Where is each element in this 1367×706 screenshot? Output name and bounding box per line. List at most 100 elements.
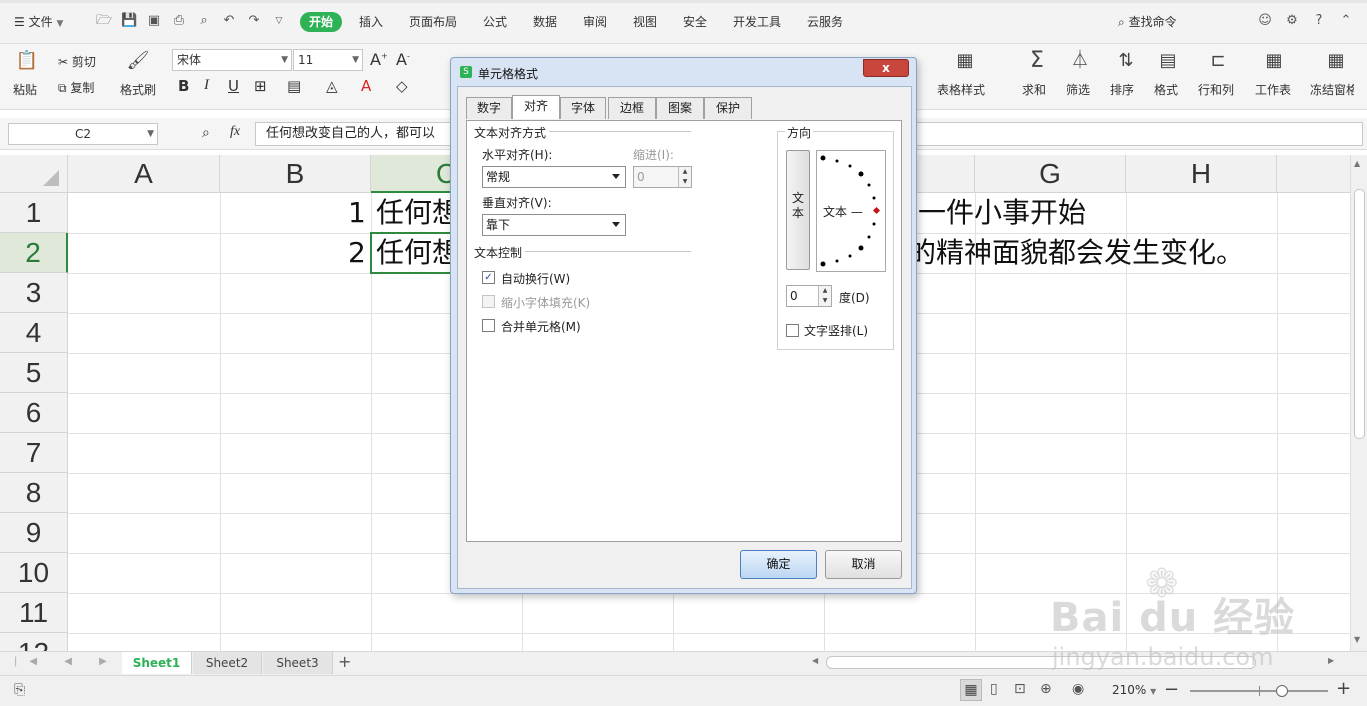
collapse-ribbon-icon[interactable]: ⌃: [1338, 13, 1354, 29]
row-header[interactable]: 1: [0, 193, 68, 233]
font-name-combo[interactable]: 宋体 ▼: [172, 49, 292, 71]
normal-view-icon[interactable]: ▦: [960, 679, 982, 701]
print-preview-icon[interactable]: ⌕: [196, 13, 212, 29]
sheet-tab-sheet3[interactable]: Sheet3: [263, 652, 333, 674]
save-icon[interactable]: 💾: [121, 13, 137, 29]
tab-pattern[interactable]: 图案: [656, 97, 704, 119]
tab-number[interactable]: 数字: [466, 97, 512, 119]
filter-icon[interactable]: ⏃: [1068, 50, 1092, 72]
add-sheet-icon[interactable]: +: [338, 652, 351, 671]
table-style-button[interactable]: 表格样式: [937, 81, 985, 98]
help-icon[interactable]: ?: [1311, 13, 1327, 29]
font-color-icon[interactable]: A: [361, 77, 371, 95]
font-size-combo[interactable]: 11 ▼: [293, 49, 363, 71]
format-painter-icon[interactable]: 🖌: [126, 50, 150, 72]
tab-view[interactable]: 视图: [628, 12, 662, 32]
paste-icon[interactable]: 📋: [14, 50, 40, 72]
cut-button[interactable]: ✂ 剪切: [58, 53, 96, 70]
rows-cols-button[interactable]: 行和列: [1198, 81, 1234, 98]
eraser-icon[interactable]: ◇: [396, 77, 408, 95]
tab-cloud[interactable]: 云服务: [802, 12, 848, 32]
spin-up-icon[interactable]: ▲: [818, 286, 831, 296]
format-painter-button[interactable]: 格式刷: [120, 81, 156, 98]
tab-border[interactable]: 边框: [608, 97, 656, 119]
fill-color-icon[interactable]: ◬: [326, 77, 338, 95]
zoom-in-icon[interactable]: +: [1336, 678, 1351, 699]
page-layout-view-icon[interactable]: ⊕: [1040, 681, 1052, 697]
format-icon[interactable]: ▤: [1156, 50, 1180, 72]
row-header[interactable]: 8: [0, 473, 68, 513]
select-all-corner[interactable]: [0, 155, 68, 193]
vertical-stack-label[interactable]: 文字竖排(L): [804, 322, 868, 339]
horizontal-align-select[interactable]: 常规: [482, 166, 626, 188]
row-header[interactable]: 5: [0, 353, 68, 393]
zoom-level[interactable]: 210% ▼: [1112, 683, 1156, 697]
spin-down-icon[interactable]: ▼: [818, 296, 831, 306]
sum-button[interactable]: 求和: [1022, 81, 1046, 98]
sort-button[interactable]: 排序: [1110, 81, 1134, 98]
sort-icon[interactable]: ⇅: [1114, 50, 1138, 72]
rows-cols-icon[interactable]: ⊏: [1206, 50, 1230, 72]
underline-button[interactable]: U: [228, 77, 239, 95]
scroll-left-icon[interactable]: ◀: [812, 656, 818, 665]
search-command[interactable]: ⌕ 查找命令: [1118, 12, 1177, 32]
zoom-slider-handle[interactable]: [1276, 685, 1288, 697]
scroll-down-icon[interactable]: ▼: [1354, 635, 1360, 644]
paste-button[interactable]: 粘贴: [13, 81, 37, 98]
reading-view-icon[interactable]: ▯: [990, 681, 998, 697]
macro-icon[interactable]: ⎘: [14, 682, 25, 698]
worksheet-button[interactable]: 工作表: [1255, 81, 1291, 98]
format-button[interactable]: 格式: [1154, 81, 1178, 98]
tab-home[interactable]: 开始: [300, 12, 342, 32]
freeze-button[interactable]: 冻结窗格: [1310, 81, 1354, 98]
worksheet-icon[interactable]: ▦: [1262, 50, 1286, 72]
redo-icon[interactable]: ↷: [246, 13, 262, 29]
increase-font-icon[interactable]: A+: [370, 50, 388, 69]
vertical-text-button[interactable]: 文本: [786, 150, 810, 270]
wrap-text-label[interactable]: 自动换行(W): [501, 270, 570, 287]
scroll-thumb[interactable]: [1354, 189, 1365, 439]
tab-security[interactable]: 安全: [678, 12, 712, 32]
tab-alignment[interactable]: 对齐: [512, 95, 560, 119]
more-icon[interactable]: ▽: [271, 13, 287, 29]
row-header[interactable]: 12: [0, 633, 68, 651]
name-box[interactable]: C2 ▼: [8, 123, 158, 145]
row-header[interactable]: 9: [0, 513, 68, 553]
border-icon[interactable]: ⊞: [254, 77, 267, 95]
vertical-align-select[interactable]: 靠下: [482, 214, 626, 236]
italic-button[interactable]: I: [204, 77, 209, 94]
ok-button[interactable]: 确定: [740, 550, 817, 579]
row-header[interactable]: 6: [0, 393, 68, 433]
pdf-icon[interactable]: ▣: [146, 13, 162, 29]
fx-button[interactable]: fx: [230, 124, 240, 140]
decrease-font-icon[interactable]: A-: [396, 50, 410, 69]
column-header[interactable]: B: [220, 155, 371, 193]
row-header[interactable]: 10: [0, 553, 68, 593]
column-header[interactable]: H: [1126, 155, 1277, 193]
cell-b1[interactable]: 1: [348, 193, 366, 233]
degrees-input[interactable]: 0 ▲ ▼: [786, 285, 832, 307]
gear-icon[interactable]: ⚙: [1284, 13, 1300, 29]
scroll-up-icon[interactable]: ▲: [1354, 159, 1360, 168]
file-menu[interactable]: ☰ 文件 ▼: [14, 12, 63, 32]
zoom-formula-icon[interactable]: ⌕: [202, 125, 210, 141]
tab-formulas[interactable]: 公式: [478, 12, 512, 32]
filter-button[interactable]: 筛选: [1066, 81, 1090, 98]
tab-page-layout[interactable]: 页面布局: [404, 12, 462, 32]
tab-developer[interactable]: 开发工具: [728, 12, 786, 32]
open-icon[interactable]: 🗁: [96, 13, 112, 29]
tab-review[interactable]: 审阅: [578, 12, 612, 32]
row-header[interactable]: 11: [0, 593, 68, 633]
row-header[interactable]: 3: [0, 273, 68, 313]
table-style-icon[interactable]: ▦: [953, 50, 977, 72]
vertical-scrollbar[interactable]: ▲ ▼: [1350, 155, 1367, 651]
column-header[interactable]: G: [975, 155, 1126, 193]
page-break-view-icon[interactable]: ⊡: [1014, 681, 1026, 697]
print-icon[interactable]: ⎙: [171, 13, 187, 29]
column-header[interactable]: [1277, 155, 1350, 193]
tab-insert[interactable]: 插入: [354, 12, 388, 32]
cell-style-icon[interactable]: ▤: [287, 77, 301, 95]
undo-icon[interactable]: ↶: [221, 13, 237, 29]
scroll-right-icon[interactable]: ▶: [1328, 656, 1334, 665]
row-header[interactable]: 4: [0, 313, 68, 353]
